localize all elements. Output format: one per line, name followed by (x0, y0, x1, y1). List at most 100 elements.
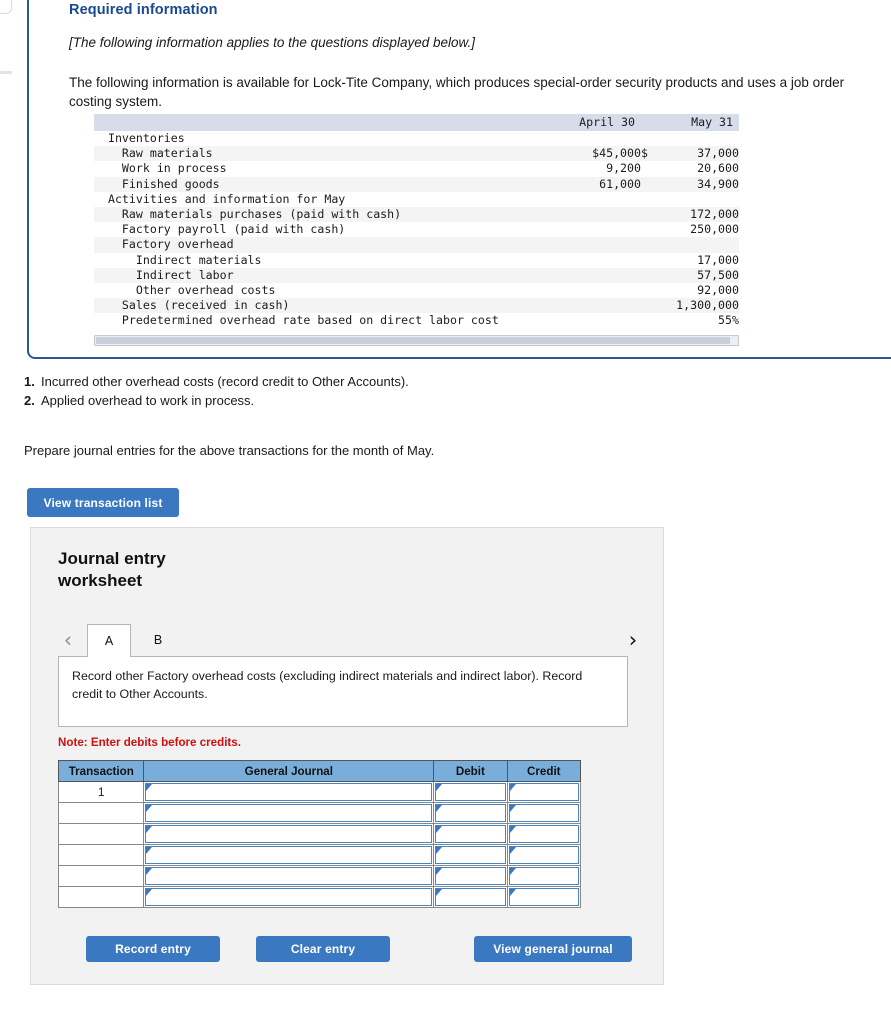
credit-input[interactable] (508, 846, 579, 864)
data-row-dollar-sign (641, 131, 657, 146)
journal-entry-worksheet-card: Journal entry worksheet ‹ A B › Record o… (30, 527, 664, 985)
data-row-label: Work in process (94, 161, 227, 176)
journal-cell-debit[interactable] (433, 802, 508, 824)
data-table-row: Factory overhead (94, 237, 739, 253)
journal-cell-debit[interactable] (433, 865, 508, 887)
data-table-scrollbar[interactable] (94, 334, 739, 346)
journal-table-row (57, 802, 582, 824)
journal-cell-debit[interactable] (433, 781, 508, 803)
journal-cell-general-journal[interactable] (143, 886, 435, 908)
page-root: Required information [The following info… (0, 0, 891, 1024)
journal-cell-general-journal[interactable] (143, 844, 435, 866)
journal-table-row: 1 (57, 781, 582, 803)
transaction-list: 1. Incurred other overhead costs (record … (24, 372, 644, 410)
journal-cell-transaction[interactable] (57, 865, 145, 887)
data-row-may: 57,500 (657, 267, 739, 284)
general-journal-input[interactable] (145, 846, 433, 864)
credit-input[interactable] (508, 804, 579, 822)
data-row-label: Finished goods (94, 176, 559, 192)
data-table-header-row: April 30 May 31 (94, 114, 739, 131)
data-table-row: Raw materials $45,000 $37,000 (94, 146, 739, 162)
data-row-dollar-sign (641, 283, 657, 298)
general-journal-input[interactable] (145, 867, 433, 885)
debit-input[interactable] (435, 804, 506, 822)
data-row-may (657, 192, 739, 207)
journal-table-row (57, 886, 582, 908)
general-journal-input[interactable] (145, 825, 433, 843)
journal-cell-general-journal[interactable] (143, 802, 435, 824)
journal-cell-credit[interactable] (506, 865, 582, 887)
journal-entry-table: Transaction General Journal Debit Credit 1 (57, 760, 582, 908)
debit-input[interactable] (435, 846, 506, 864)
worksheet-tab-bar: ‹ A B › (58, 624, 643, 657)
credit-input[interactable] (508, 888, 579, 906)
journal-cell-debit[interactable] (433, 823, 508, 845)
data-row-dollar-sign (641, 313, 657, 328)
journal-cell-transaction[interactable] (57, 802, 145, 824)
journal-cell-general-journal[interactable] (143, 781, 435, 803)
journal-cell-credit[interactable] (506, 886, 582, 908)
data-row-april (559, 237, 641, 253)
tab-a[interactable]: A (87, 624, 131, 657)
view-general-journal-button[interactable]: View general journal (474, 936, 632, 962)
data-table-row: Indirect labor 57,500 (94, 267, 739, 284)
data-row-label: Activities and information for May (94, 191, 346, 206)
data-row-dollar-sign (641, 161, 657, 176)
journal-cell-transaction[interactable] (57, 844, 145, 866)
journal-cell-transaction[interactable]: 1 (57, 781, 145, 803)
journal-cell-credit[interactable] (506, 781, 582, 803)
journal-cell-transaction[interactable] (57, 886, 145, 908)
journal-cell-general-journal[interactable] (143, 865, 435, 887)
data-row-april (559, 267, 641, 284)
data-row-label: Sales (received in cash) (94, 298, 559, 314)
journal-header-credit: Credit (506, 760, 582, 782)
left-edge-card-artifact (0, 0, 12, 14)
data-row-dollar-sign (641, 207, 657, 223)
general-journal-input[interactable] (145, 888, 433, 906)
transaction-number: 2. (24, 393, 35, 408)
general-journal-input[interactable] (145, 783, 433, 801)
data-row-april (559, 192, 641, 207)
journal-cell-credit[interactable] (506, 844, 582, 866)
debits-before-credits-note: Note: Enter debits before credits. (58, 736, 241, 749)
debit-input[interactable] (435, 825, 506, 843)
journal-table-wrapper: Transaction General Journal Debit Credit 1 (57, 760, 582, 908)
record-entry-button[interactable]: Record entry (86, 936, 220, 962)
data-table-scrollbar-thumb[interactable] (96, 336, 730, 344)
data-row-april (559, 222, 641, 237)
debit-input[interactable] (435, 888, 506, 906)
data-table-row: Other overhead costs 92,000 (94, 283, 739, 298)
tab-instruction-text: Record other Factory overhead costs (exc… (72, 669, 583, 701)
data-table-row: Predetermined overhead rate based on dir… (94, 313, 739, 328)
clear-entry-button[interactable]: Clear entry (256, 936, 390, 962)
credit-input[interactable] (508, 825, 579, 843)
view-transaction-list-button[interactable]: View transaction list (27, 488, 179, 517)
journal-cell-general-journal[interactable] (143, 823, 435, 845)
data-row-may: 1,300,000 (657, 298, 739, 314)
data-row-april (559, 313, 641, 328)
debit-input[interactable] (435, 783, 506, 801)
tab-b[interactable]: B (136, 624, 180, 657)
journal-cell-credit[interactable] (506, 802, 582, 824)
data-row-label: Factory payroll (paid with cash) (94, 222, 346, 237)
debit-input[interactable] (435, 867, 506, 885)
data-header-april: April 30 (559, 114, 641, 131)
journal-cell-transaction[interactable] (57, 823, 145, 845)
data-row-dollar-sign (641, 222, 657, 237)
journal-cell-debit[interactable] (433, 844, 508, 866)
applies-to-note: [The following information applies to th… (69, 35, 475, 50)
data-row-dollar-sign (641, 176, 657, 192)
previous-tab-chevron-icon[interactable]: ‹ (58, 628, 78, 652)
journal-cell-credit[interactable] (506, 823, 582, 845)
data-row-dollar-sign (641, 298, 657, 314)
general-journal-input[interactable] (145, 804, 433, 822)
credit-input[interactable] (508, 867, 579, 885)
data-row-label: Factory overhead (94, 237, 559, 253)
journal-cell-debit[interactable] (433, 886, 508, 908)
data-row-april (559, 207, 641, 223)
company-data-table-wrapper: April 30 May 31 Inventories Raw materials… (94, 114, 739, 346)
next-tab-chevron-icon[interactable]: › (623, 628, 643, 652)
credit-input[interactable] (508, 783, 579, 801)
data-row-april: $45,000 (559, 146, 641, 162)
data-row-may: 55% (718, 313, 739, 328)
